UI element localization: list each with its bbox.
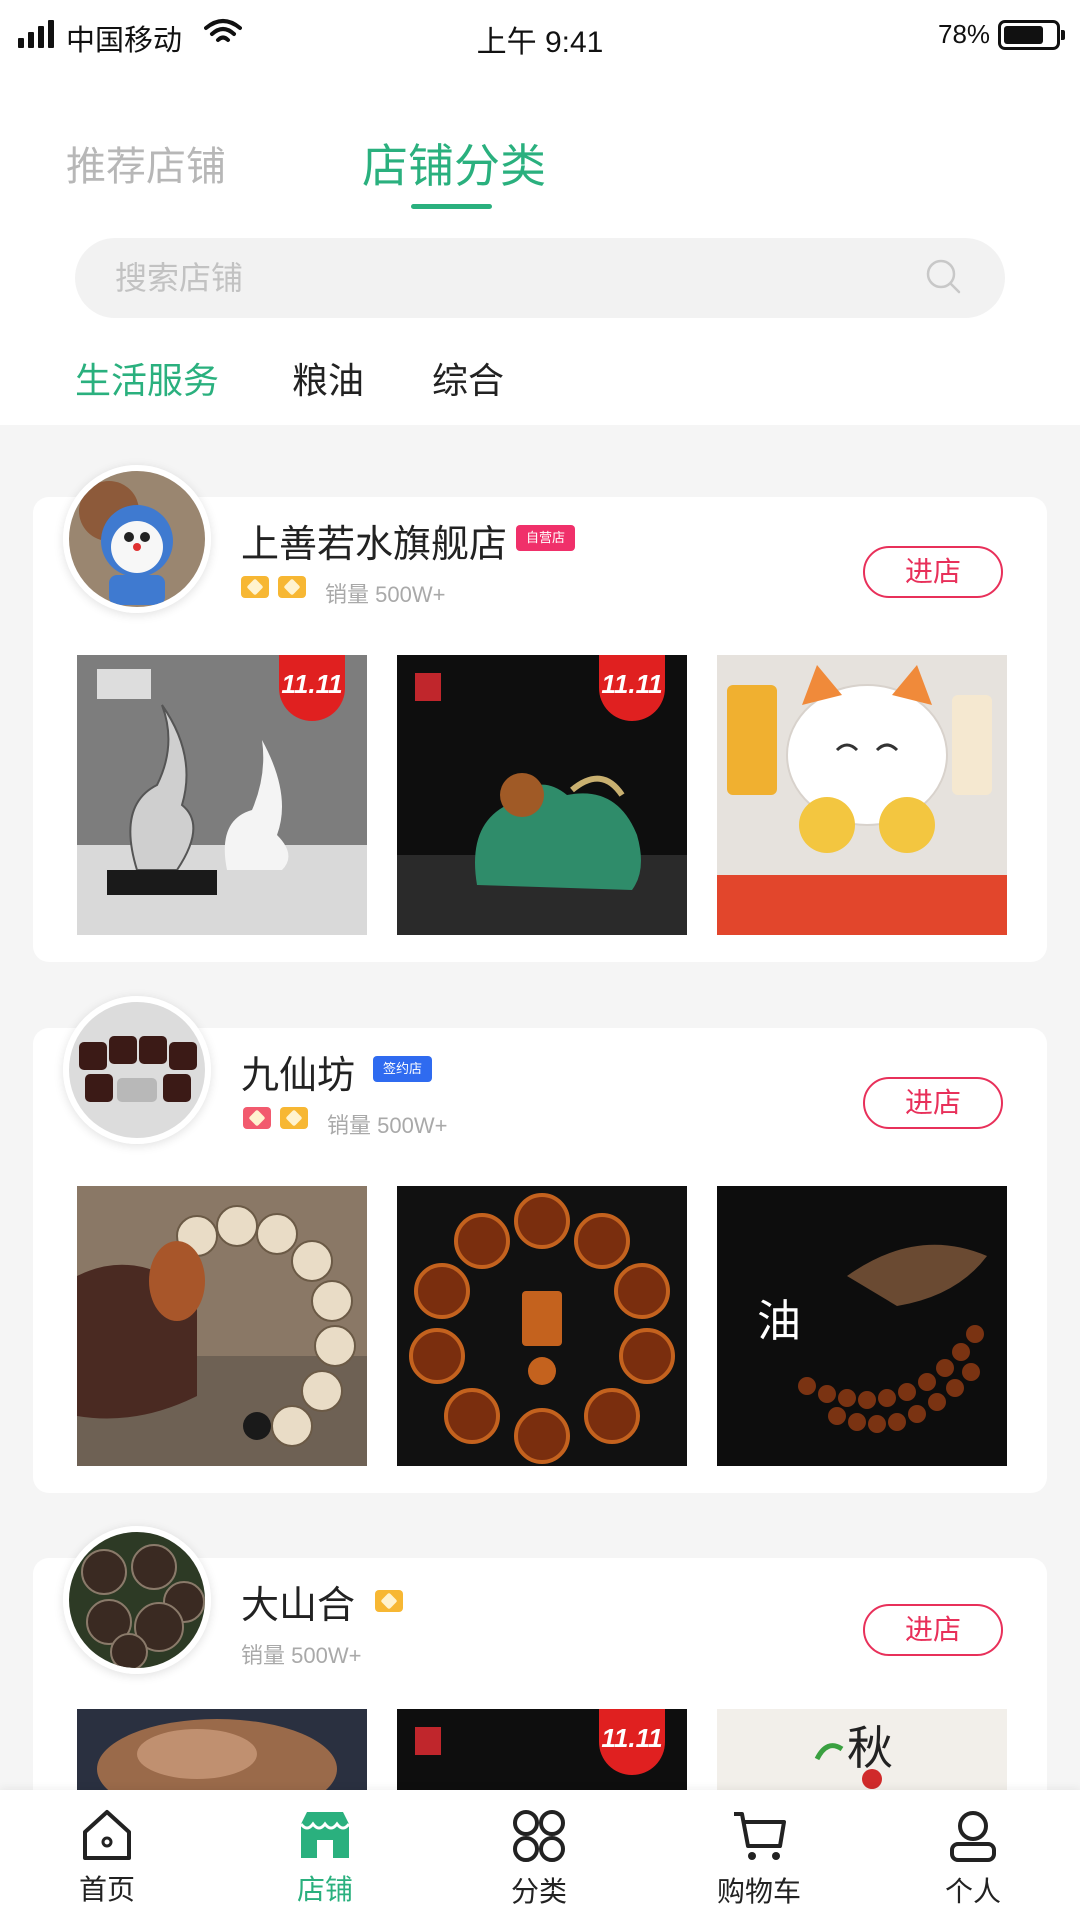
double-eleven-promo: 11.11 (279, 655, 345, 721)
category-grain-oil[interactable]: 粮油 (292, 352, 364, 404)
search-icon[interactable] (925, 258, 963, 296)
cart-icon (734, 1812, 786, 1860)
self-operated-tag: 自营店 (516, 525, 576, 551)
nav-home[interactable]: 首页 (32, 1808, 182, 1908)
store-name[interactable]: 九仙坊 (241, 1044, 355, 1099)
product-image[interactable]: 油 (717, 1186, 1007, 1466)
product-image[interactable] (77, 1186, 367, 1466)
battery-icon (998, 20, 1065, 50)
category-general[interactable]: 综合 (432, 352, 504, 404)
bottom-nav: 首页 店铺 分类 购物车 个人 (0, 1790, 1080, 1920)
nav-store[interactable]: 店铺 (250, 1808, 400, 1908)
active-tab-indicator (411, 204, 492, 209)
store-name[interactable]: 大山合 (241, 1574, 355, 1629)
user-icon (950, 1811, 996, 1862)
product-image[interactable] (717, 655, 1007, 935)
store-card: 上善若水旗舰店 自营店 销量 500W+ 进店 11.11 11.11 (33, 465, 1047, 962)
svg-text:油: 油 (757, 1296, 801, 1347)
category-life-services[interactable]: 生活服务 (75, 352, 219, 404)
search-input[interactable] (115, 238, 875, 318)
tab-store-categories[interactable]: 店铺分类 (362, 130, 546, 196)
enter-store-button[interactable]: 进店 (863, 546, 1003, 598)
store-card: 九仙坊 签约店 销量 500W+ 进店 油 (33, 996, 1047, 1493)
double-eleven-promo: 11.11 (599, 1709, 665, 1775)
signed-store-tag: 签约店 (373, 1056, 433, 1082)
sales-count: 销量 500W+ (241, 1643, 362, 1668)
gold-crown-icon (280, 1107, 308, 1129)
nav-cart[interactable]: 购物车 (684, 1808, 834, 1910)
nav-profile[interactable]: 个人 (898, 1808, 1048, 1910)
sales-count: 销量 500W+ (325, 582, 446, 607)
enter-store-button[interactable]: 进店 (863, 1077, 1003, 1129)
tab-recommended-stores[interactable]: 推荐店铺 (66, 134, 226, 192)
store-name[interactable]: 上善若水旗舰店 (241, 513, 507, 568)
store-avatar[interactable] (63, 996, 211, 1144)
battery-percent: 78% (938, 19, 991, 49)
nav-category-label: 分类 (510, 1876, 567, 1907)
red-crown-icon (243, 1107, 271, 1129)
search-bar[interactable] (75, 238, 1005, 318)
svg-text:秋: 秋 (847, 1721, 893, 1775)
nav-home-label: 首页 (78, 1874, 135, 1905)
nav-store-label: 店铺 (296, 1874, 353, 1905)
store-icon (299, 1812, 351, 1858)
page-header: 推荐店铺 店铺分类 生活服务 粮油 综合 (0, 76, 1080, 425)
store-avatar[interactable] (63, 465, 211, 613)
category-icon (513, 1810, 565, 1862)
home-icon (83, 1810, 131, 1860)
product-image[interactable]: 11.11 (397, 655, 687, 935)
double-eleven-promo: 11.11 (599, 655, 665, 721)
gold-crown-icon (375, 1590, 403, 1612)
product-image[interactable]: 11.11 (77, 655, 367, 935)
store-avatar[interactable] (63, 1526, 211, 1674)
nav-category[interactable]: 分类 (464, 1808, 614, 1910)
product-image[interactable] (397, 1186, 687, 1466)
enter-store-button[interactable]: 进店 (863, 1604, 1003, 1656)
gold-crown-icon (278, 576, 306, 598)
status-bar: 中国移动 上午 9:41 78% (0, 0, 1080, 76)
gold-crown-icon (241, 576, 269, 598)
nav-cart-label: 购物车 (716, 1876, 801, 1907)
clock: 上午 9:41 (476, 26, 604, 59)
sales-count: 销量 500W+ (327, 1113, 448, 1138)
nav-profile-label: 个人 (944, 1876, 1001, 1907)
